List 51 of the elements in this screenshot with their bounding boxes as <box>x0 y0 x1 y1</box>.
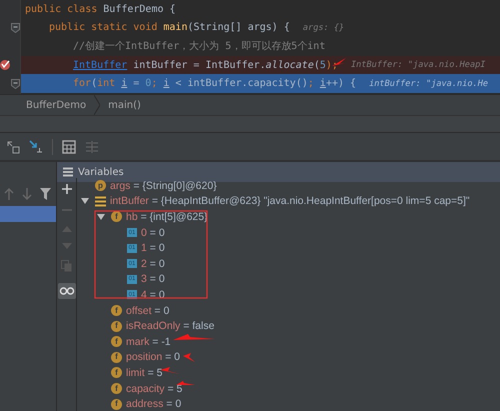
expand-arrow-icon[interactable] <box>81 197 89 206</box>
code-line: public class BufferDemo { <box>25 4 176 15</box>
menu-icon[interactable] <box>63 167 73 177</box>
field-icon: f <box>111 305 122 316</box>
breadcrumb[interactable]: main() <box>108 100 141 110</box>
breadcrumb[interactable]: BufferDemo <box>26 100 86 110</box>
annotation-arrow <box>173 334 215 340</box>
field-icon: f <box>111 367 122 378</box>
code-line: for(int i = 0; i < intBuffer.capacity(); i++) { <box>73 78 356 90</box>
field-icon: f <box>111 398 122 410</box>
fold-icon[interactable] <box>11 78 20 89</box>
variable-entry[interactable]: mark = -1 <box>126 336 171 348</box>
variable-entry[interactable]: limit = 5 <box>126 366 162 379</box>
glasses-icon[interactable] <box>58 283 76 299</box>
inline-value-hint: args: {} <box>302 22 344 33</box>
field-icon: f <box>111 211 122 222</box>
inline-value-hint: intBuffer: "java.nio.He <box>369 78 488 89</box>
annotation-arrow <box>183 353 195 362</box>
variable-entry[interactable]: isReadOnly = false <box>126 320 214 332</box>
variable-entry[interactable]: offset = 0 <box>126 304 170 317</box>
field-icon: f <box>111 320 122 332</box>
expand-arrow-icon[interactable] <box>97 212 105 221</box>
variable-entry[interactable]: args = {String[0]@620} <box>110 180 217 192</box>
variable-entry[interactable]: 0 = 0 <box>141 226 165 239</box>
variable-entry[interactable]: 2 = 0 <box>141 258 165 270</box>
add-icon[interactable] <box>62 184 72 194</box>
code-line: IntBuffer intBuffer = IntBuffer.allocate(5); <box>73 60 338 71</box>
step-icon[interactable] <box>6 140 20 154</box>
annotation-arrow <box>160 367 180 374</box>
inline-value-hint: IntBuffer: "java.nio.HeapI <box>350 60 486 70</box>
field-icon: f <box>111 352 122 363</box>
variable-entry[interactable]: hb = {int[5]@625} <box>126 210 208 223</box>
fold-icon[interactable] <box>11 22 20 33</box>
code-line: public static void main(String[] args) { <box>49 22 290 34</box>
field-icon: f <box>111 336 122 348</box>
variable-entry[interactable]: 3 = 0 <box>141 273 165 286</box>
step-into-icon[interactable] <box>29 140 43 154</box>
variable-entry[interactable]: intBuffer = {HeapIntBuffer@623} "java.nio.HeapIntBuffer[pos=0 lim=5 cap=5]" <box>110 195 470 208</box>
filter-icon[interactable] <box>40 188 51 200</box>
field-icon: f <box>111 383 122 394</box>
breakpoint-icon[interactable] <box>0 59 10 72</box>
panel-title: Variables <box>78 166 124 178</box>
parameter-icon: p <box>95 180 106 192</box>
variable-entry[interactable]: position = 0 <box>126 351 180 364</box>
annotation-arrow <box>176 381 195 385</box>
variable-entry[interactable]: capacity = 5 <box>126 382 182 395</box>
calculator-icon[interactable] <box>62 140 76 154</box>
code-line: //创建一个IntBuffer，大小为 5，即可以存放5个int <box>73 40 326 54</box>
object-icon <box>95 196 106 207</box>
variable-entry[interactable]: address = 0 <box>126 398 182 410</box>
variable-entry[interactable]: 1 = 0 <box>141 242 165 254</box>
